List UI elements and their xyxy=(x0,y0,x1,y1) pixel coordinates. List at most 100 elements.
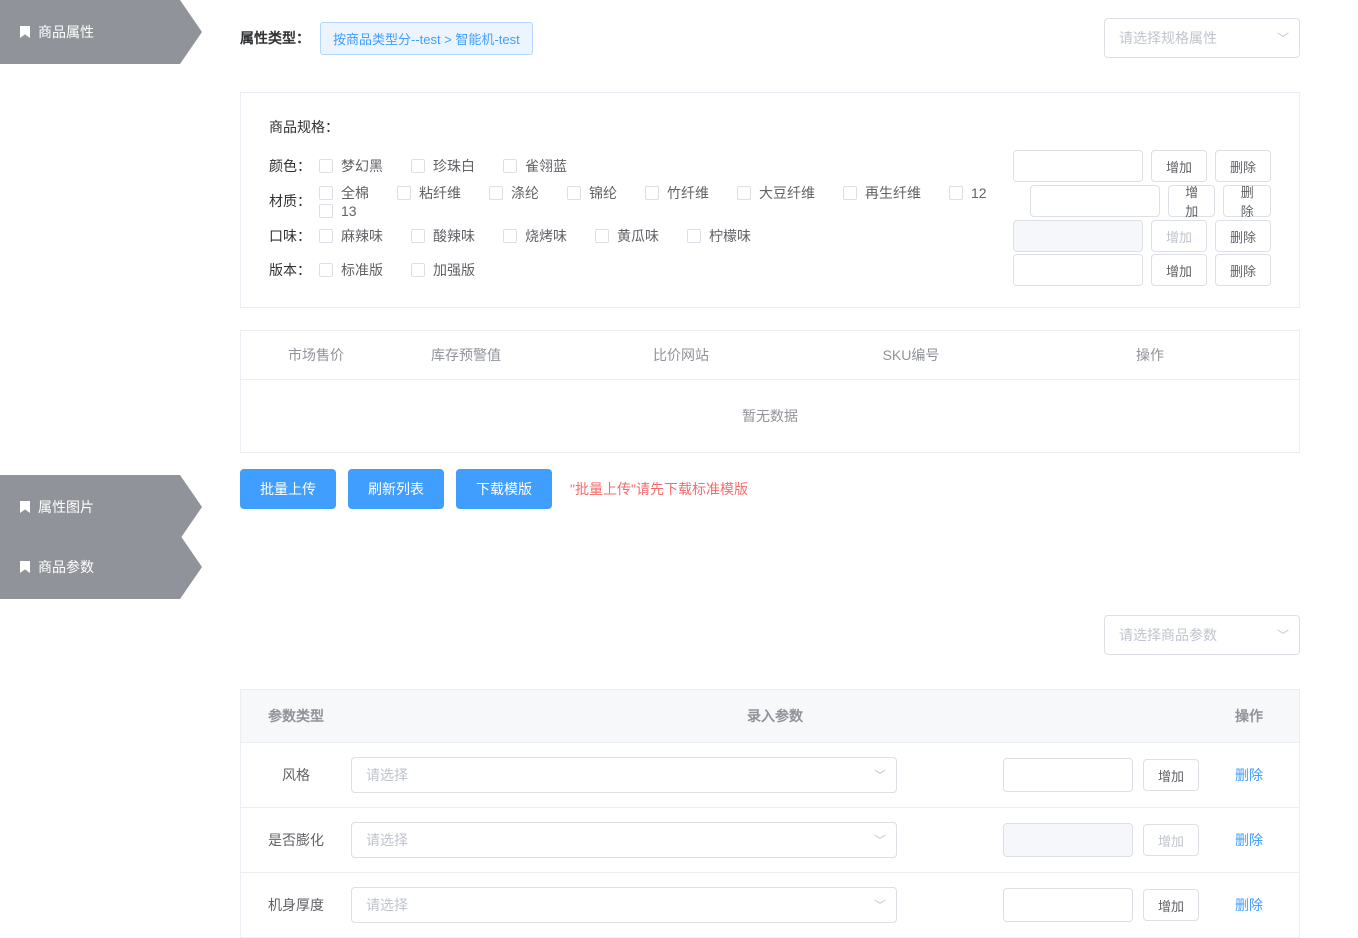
param-type-label: 风格 xyxy=(241,765,351,785)
spec-option[interactable]: 珍珠白 xyxy=(411,156,475,176)
spec-row: 版本：标准版加强版增加删除 xyxy=(269,253,1271,287)
spec-option[interactable]: 标准版 xyxy=(319,260,383,280)
params-th-op: 操作 xyxy=(1199,690,1299,742)
spec-option[interactable]: 梦幻黑 xyxy=(319,156,383,176)
spec-option[interactable]: 柠檬味 xyxy=(687,226,751,246)
spec-option-label: 粘纤维 xyxy=(419,183,461,203)
param-delete-link[interactable]: 删除 xyxy=(1235,767,1263,783)
sidebar-tab-images[interactable]: 属性图片 xyxy=(0,475,180,539)
param-delete-link[interactable]: 删除 xyxy=(1235,832,1263,848)
checkbox-icon xyxy=(949,186,963,200)
param-delete-link[interactable]: 删除 xyxy=(1235,897,1263,913)
param-value-input[interactable] xyxy=(1003,758,1133,792)
param-select[interactable]: 请选择 ﹀ xyxy=(351,822,897,858)
spec-options: 全棉 粘纤维 涤纶 锦纶 竹纤维 大豆纤维 再生纤维 12 13 xyxy=(319,183,1030,219)
param-input-area: 请选择﹀增加 xyxy=(351,822,1199,858)
spec-option[interactable]: 竹纤维 xyxy=(645,183,709,203)
spec-option[interactable]: 雀翎蓝 xyxy=(503,156,567,176)
checkbox-icon xyxy=(397,186,411,200)
chevron-down-icon: ﹀ xyxy=(874,832,886,849)
param-select-placeholder: 请选择 xyxy=(366,830,408,850)
spec-option[interactable]: 麻辣味 xyxy=(319,226,383,246)
spec-delete-button[interactable]: 删除 xyxy=(1215,254,1271,286)
param-select-placeholder: 请选择 xyxy=(366,895,408,915)
sidebar-tab-label: 商品参数 xyxy=(38,557,94,577)
spec-value-input[interactable] xyxy=(1030,185,1160,217)
spec-option[interactable]: 涤纶 xyxy=(489,183,539,203)
checkbox-icon xyxy=(595,229,609,243)
spec-option[interactable]: 锦纶 xyxy=(567,183,617,203)
param-select[interactable]: 请选择﹀ xyxy=(351,757,897,793)
refresh-list-button[interactable]: 刷新列表 xyxy=(348,469,444,509)
param-add-button[interactable]: 增加 xyxy=(1143,889,1199,921)
spec-add-button[interactable]: 增加 xyxy=(1151,254,1207,286)
param-op-cell: 删除 xyxy=(1199,830,1299,850)
spec-option[interactable]: 12 xyxy=(949,185,987,201)
spec-row-actions: 增加删除 xyxy=(1013,220,1271,252)
spec-option-label: 再生纤维 xyxy=(865,183,921,203)
param-select[interactable]: 请选择 ﹀ xyxy=(351,887,897,923)
spec-option-label: 大豆纤维 xyxy=(759,183,815,203)
spec-row-label: 颜色： xyxy=(269,156,319,176)
spec-options: 梦幻黑 珍珠白 雀翎蓝 xyxy=(319,156,1013,176)
sidebar-tab-attributes[interactable]: 商品属性 xyxy=(0,0,180,64)
chevron-down-icon: ﹀ xyxy=(874,897,886,914)
spec-row: 口味：麻辣味酸辣味烧烤味黄瓜味柠檬味增加删除 xyxy=(269,219,1271,253)
spec-row-actions: 增加删除 xyxy=(1013,150,1271,182)
spec-option-label: 酸辣味 xyxy=(433,226,475,246)
spec-row-label: 材质： xyxy=(269,191,319,211)
chevron-down-icon: ﹀ xyxy=(1277,627,1289,644)
sidebar-tab-label: 商品属性 xyxy=(38,22,94,42)
spec-option-label: 烧烤味 xyxy=(525,226,567,246)
sidebar-tab-params[interactable]: 商品参数 xyxy=(0,535,180,599)
upload-hint: "批量上传"请先下载标准模版 xyxy=(570,479,748,499)
chevron-down-icon: ﹀ xyxy=(874,767,886,784)
checkbox-icon xyxy=(503,229,517,243)
attr-type-label: 属性类型： xyxy=(240,28,310,48)
checkbox-icon xyxy=(319,204,333,218)
sidebar-tab-label: 属性图片 xyxy=(38,497,94,517)
spec-delete-button[interactable]: 删除 xyxy=(1215,150,1271,182)
checkbox-icon xyxy=(319,229,333,243)
download-template-button[interactable]: 下载模版 xyxy=(456,469,552,509)
spec-value-input[interactable] xyxy=(1013,150,1143,182)
spec-option[interactable]: 全棉 xyxy=(319,183,369,203)
spec-option[interactable]: 加强版 xyxy=(411,260,475,280)
spec-option[interactable]: 酸辣味 xyxy=(411,226,475,246)
param-op-cell: 删除 xyxy=(1199,765,1299,785)
spec-option[interactable]: 黄瓜味 xyxy=(595,226,659,246)
spec-option[interactable]: 烧烤味 xyxy=(503,226,567,246)
spec-delete-button[interactable]: 删除 xyxy=(1223,185,1271,217)
checkbox-icon xyxy=(843,186,857,200)
spec-option-label: 加强版 xyxy=(433,260,475,280)
spec-row: 材质：全棉 粘纤维 涤纶 锦纶 竹纤维 大豆纤维 再生纤维 12 13 增加删除 xyxy=(269,183,1271,219)
spec-option-label: 黄瓜味 xyxy=(617,226,659,246)
param-attr-select[interactable]: 请选择商品参数 ﹀ xyxy=(1104,615,1300,655)
spec-delete-button[interactable]: 删除 xyxy=(1215,220,1271,252)
checkbox-icon xyxy=(319,159,333,173)
checkbox-icon xyxy=(645,186,659,200)
param-add-button[interactable]: 增加 xyxy=(1143,759,1199,791)
bookmark-icon xyxy=(20,26,30,38)
params-table: 参数类型 录入参数 操作 风格请选择﹀增加删除是否膨化请选择﹀增加删除机身厚度请… xyxy=(240,689,1300,938)
checkbox-icon xyxy=(319,263,333,277)
params-table-header: 参数类型 录入参数 操作 xyxy=(241,690,1299,743)
spec-option[interactable]: 大豆纤维 xyxy=(737,183,815,203)
spec-add-button[interactable]: 增加 xyxy=(1168,185,1216,217)
spec-option[interactable]: 13 xyxy=(319,203,357,219)
param-value-input[interactable] xyxy=(1003,888,1133,922)
spec-option[interactable]: 再生纤维 xyxy=(843,183,921,203)
bookmark-icon xyxy=(20,561,30,573)
spec-attr-select[interactable]: 请选择规格属性 ﹀ xyxy=(1104,18,1300,58)
sku-th-skuno: SKU编号 xyxy=(821,331,1001,379)
spec-option[interactable]: 粘纤维 xyxy=(397,183,461,203)
spec-option-label: 13 xyxy=(341,203,357,219)
sku-th-price: 市场售价 xyxy=(241,331,391,379)
breadcrumb[interactable]: 按商品类型分--test > 智能机-test xyxy=(320,22,533,55)
checkbox-icon xyxy=(489,186,503,200)
checkbox-icon xyxy=(411,229,425,243)
batch-upload-button[interactable]: 批量上传 xyxy=(240,469,336,509)
spec-value-input[interactable] xyxy=(1013,254,1143,286)
checkbox-icon xyxy=(503,159,517,173)
spec-add-button[interactable]: 增加 xyxy=(1151,150,1207,182)
